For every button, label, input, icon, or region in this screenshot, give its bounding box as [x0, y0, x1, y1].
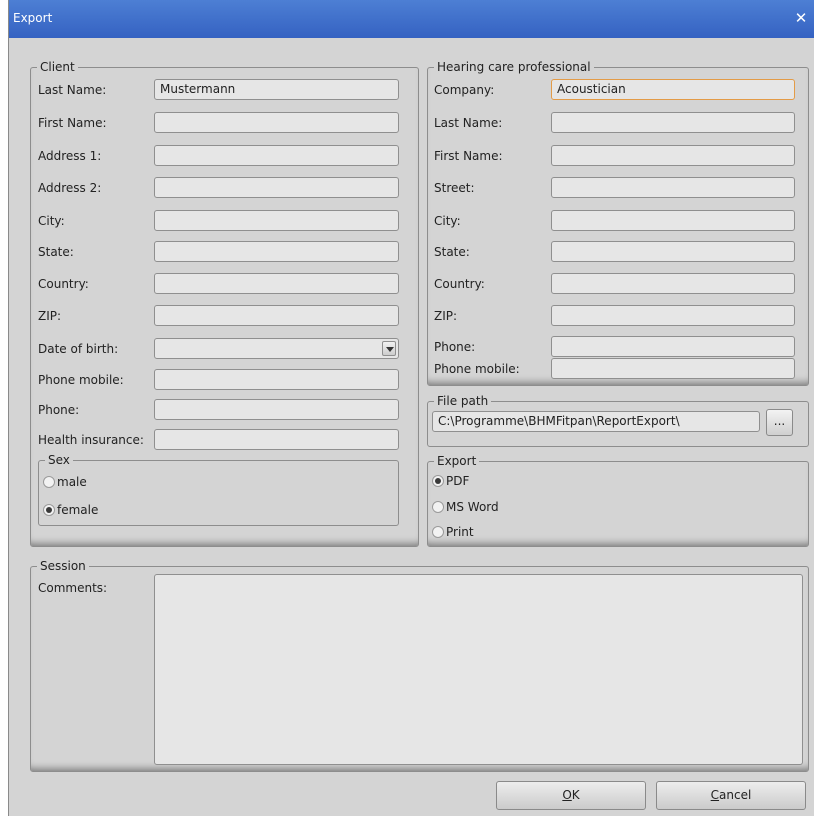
hcp-phone-mobile-input[interactable] — [551, 358, 795, 379]
address2-label: Address 2: — [38, 181, 102, 195]
radio-pdf-dot[interactable] — [432, 475, 444, 487]
radio-female-dot[interactable] — [43, 504, 55, 516]
ok-mnemonic: O — [562, 788, 572, 802]
ok-label-rest: K — [571, 788, 580, 802]
company-input[interactable]: Acoustician — [551, 79, 795, 100]
ok-button[interactable]: OK — [496, 781, 646, 810]
comments-textarea[interactable] — [154, 574, 803, 765]
phone-mobile-label: Phone mobile: — [38, 373, 124, 387]
hcp-first-name-input[interactable] — [551, 145, 795, 166]
sex-legend: Sex — [45, 453, 73, 467]
radio-ms-word-label: MS Word — [446, 500, 499, 514]
hcp-phone-input[interactable] — [551, 336, 795, 357]
city-label: City: — [38, 214, 65, 228]
hcp-phone-label: Phone: — [434, 340, 476, 354]
radio-male-dot[interactable] — [43, 476, 55, 488]
address1-label: Address 1: — [38, 149, 102, 163]
client-last-name-input[interactable]: Mustermann — [154, 79, 399, 100]
client-first-name-input[interactable] — [154, 112, 399, 133]
client-city-input[interactable] — [154, 210, 399, 231]
filepath-group: File path C:\Programme\BHMFitpan\ReportE… — [427, 394, 809, 447]
health-insurance-input[interactable] — [154, 429, 399, 450]
hcp-group: Hearing care professional Company: Acous… — [427, 60, 809, 386]
title-bar: Export ✕ — [9, 0, 814, 38]
cancel-mnemonic: C — [710, 788, 720, 802]
sex-group: Sex male female — [38, 453, 399, 526]
radio-ms-word-dot[interactable] — [432, 501, 444, 513]
session-legend: Session — [37, 559, 89, 573]
hcp-state-input[interactable] — [551, 241, 795, 262]
date-of-birth-label: Date of birth: — [38, 342, 119, 356]
health-insurance-label: Health insurance: — [38, 433, 144, 447]
hcp-last-name-label: Last Name: — [434, 116, 503, 130]
state-label: State: — [38, 245, 74, 259]
country-label: Country: — [38, 277, 89, 291]
first-name-label: First Name: — [38, 116, 107, 130]
export-legend: Export — [434, 454, 480, 468]
filepath-legend: File path — [434, 394, 492, 408]
hcp-city-label: City: — [434, 214, 461, 228]
comments-label: Comments: — [38, 581, 108, 595]
zip-label: ZIP: — [38, 309, 62, 323]
radio-male-label: male — [57, 475, 87, 489]
phone-label: Phone: — [38, 403, 80, 417]
client-address2-input[interactable] — [154, 177, 399, 198]
client-phone-input[interactable] — [154, 399, 399, 420]
street-input[interactable] — [551, 177, 795, 198]
session-group: Session Comments: — [30, 559, 809, 772]
radio-print[interactable]: Print — [432, 525, 474, 539]
export-dialog: Export ✕ Client Last Name: Mustermann Fi… — [8, 0, 814, 816]
last-name-label: Last Name: — [38, 83, 107, 97]
client-group: Client Last Name: Mustermann First Name:… — [30, 60, 419, 547]
radio-female[interactable]: female — [43, 503, 98, 517]
hcp-legend: Hearing care professional — [434, 60, 594, 74]
cancel-button[interactable]: Cancel — [656, 781, 806, 810]
filepath-input[interactable]: C:\Programme\BHMFitpan\ReportExport\ — [432, 411, 760, 432]
client-zip-input[interactable] — [154, 305, 399, 326]
client-phone-mobile-input[interactable] — [154, 369, 399, 390]
hcp-country-input[interactable] — [551, 273, 795, 294]
street-label: Street: — [434, 181, 475, 195]
company-label: Company: — [434, 83, 495, 97]
client-legend: Client — [37, 60, 78, 74]
window-title: Export — [13, 11, 53, 25]
client-country-input[interactable] — [154, 273, 399, 294]
client-address1-input[interactable] — [154, 145, 399, 166]
chevron-down-icon[interactable] — [382, 341, 396, 356]
hcp-state-label: State: — [434, 245, 470, 259]
radio-male[interactable]: male — [43, 475, 87, 489]
radio-print-label: Print — [446, 525, 474, 539]
client-state-input[interactable] — [154, 241, 399, 262]
radio-female-label: female — [57, 503, 99, 517]
close-icon[interactable]: ✕ — [793, 10, 809, 26]
hcp-city-input[interactable] — [551, 210, 795, 231]
hcp-phone-mobile-label: Phone mobile: — [434, 362, 520, 376]
hcp-last-name-input[interactable] — [551, 112, 795, 133]
date-of-birth-dropdown[interactable] — [154, 338, 399, 359]
radio-print-dot[interactable] — [432, 526, 444, 538]
hcp-zip-label: ZIP: — [434, 309, 458, 323]
export-group: Export PDF MS Word Print — [427, 454, 809, 547]
hcp-zip-input[interactable] — [551, 305, 795, 326]
hcp-country-label: Country: — [434, 277, 485, 291]
radio-ms-word[interactable]: MS Word — [432, 500, 499, 514]
cancel-label-rest: ancel — [719, 788, 752, 802]
browse-button[interactable]: ... — [766, 409, 793, 436]
hcp-first-name-label: First Name: — [434, 149, 503, 163]
radio-pdf[interactable]: PDF — [432, 474, 469, 488]
radio-pdf-label: PDF — [446, 474, 470, 488]
